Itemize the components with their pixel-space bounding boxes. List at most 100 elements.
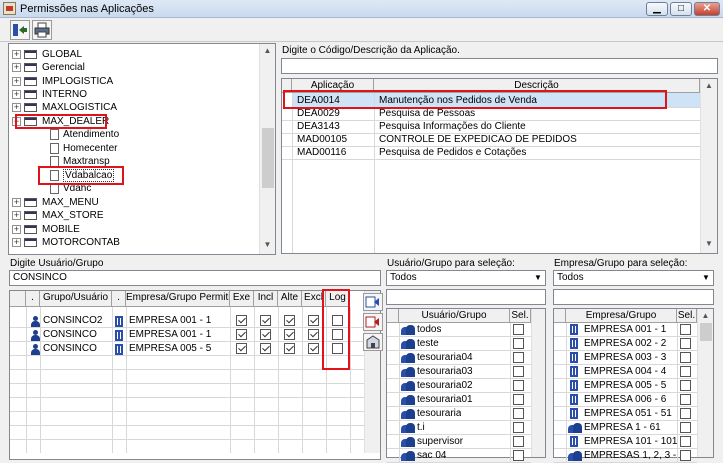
select-checkbox[interactable] — [513, 436, 524, 447]
expand-icon[interactable]: + — [12, 90, 21, 99]
col-alte[interactable]: Alte — [278, 291, 302, 307]
col-incl[interactable]: Incl — [254, 291, 278, 307]
incl-checkbox[interactable] — [260, 315, 271, 326]
scroll-thumb[interactable] — [700, 323, 712, 341]
expand-icon[interactable]: + — [12, 103, 21, 112]
select-checkbox[interactable] — [680, 422, 691, 433]
col-grupo-usuario[interactable]: Grupo/Usuário — [40, 291, 112, 307]
user-filter-input[interactable] — [386, 289, 546, 305]
company-name[interactable]: EMPRESA 002 - 2 — [584, 338, 666, 350]
select-checkbox[interactable] — [513, 338, 524, 349]
user-group-name[interactable]: teste — [417, 338, 439, 350]
perm-user[interactable]: CONSINCO — [43, 343, 97, 355]
company-name[interactable]: EMPRESA 001 - 1 — [584, 324, 666, 336]
dropdown-arrow-icon[interactable]: ▼ — [531, 271, 545, 285]
select-checkbox[interactable] — [680, 450, 691, 461]
company-select-row[interactable]: EMPRESA 002 - 2 — [554, 337, 697, 351]
select-checkbox[interactable] — [513, 366, 524, 377]
user-select-row[interactable]: tesouraria — [387, 407, 531, 421]
select-checkbox[interactable] — [680, 394, 691, 405]
select-checkbox[interactable] — [513, 408, 524, 419]
company-select-row[interactable]: EMPRESA 003 - 3 — [554, 351, 697, 365]
company-name[interactable]: EMPRESAS 1, 2, 3 - 1 — [584, 450, 685, 462]
company-filter-input[interactable] — [553, 289, 714, 305]
user-select-row[interactable]: tesouraria02 — [387, 379, 531, 393]
user-select-row[interactable]: supervisor — [387, 435, 531, 449]
app-code[interactable]: DEA0029 — [297, 108, 340, 120]
company-select-row[interactable]: EMPRESA 051 - 51 — [554, 407, 697, 421]
scroll-down-icon[interactable]: ▼ — [260, 240, 275, 249]
incl-checkbox[interactable] — [260, 343, 271, 354]
company-name[interactable]: EMPRESA 051 - 51 — [584, 408, 672, 420]
incl-checkbox[interactable] — [260, 329, 271, 340]
excl-checkbox[interactable] — [308, 329, 319, 340]
app-code[interactable]: MAD00116 — [297, 147, 346, 159]
select-checkbox[interactable] — [680, 352, 691, 363]
select-checkbox[interactable] — [680, 366, 691, 377]
select-checkbox[interactable] — [680, 436, 691, 447]
user-list-scrollbar[interactable] — [531, 309, 545, 457]
app-code[interactable]: DEA3143 — [297, 121, 340, 133]
perm-company[interactable]: EMPRESA 005 - 5 — [129, 343, 211, 355]
user-group-name[interactable]: tesouraria01 — [417, 394, 473, 406]
col-empresa-grupo-select[interactable]: Empresa/Grupo — [566, 309, 677, 323]
user-group-name[interactable]: tesouraria02 — [417, 380, 473, 392]
scroll-up-icon[interactable]: ▲ — [260, 46, 275, 55]
company-name[interactable]: EMPRESA 005 - 5 — [584, 380, 666, 392]
perm-company[interactable]: EMPRESA 001 - 1 — [129, 315, 211, 327]
app-description[interactable]: Pesquisa de Pessoas — [379, 108, 475, 120]
company-list-scrollbar[interactable]: ▲ — [697, 309, 713, 457]
app-table-scrollbar[interactable]: ▲ ▼ — [700, 79, 717, 253]
user-group-name[interactable]: todos — [417, 324, 441, 336]
minimize-button[interactable]: ▁ — [646, 2, 668, 16]
close-button[interactable]: ✕ — [694, 2, 720, 16]
scroll-thumb[interactable] — [262, 128, 274, 188]
company-select-row[interactable]: EMPRESA 101 - 101 — [554, 435, 697, 449]
company-group-combo[interactable]: Todos ▼ — [553, 270, 714, 286]
excl-checkbox[interactable] — [308, 343, 319, 354]
select-checkbox[interactable] — [680, 338, 691, 349]
user-group-name[interactable]: sac 04 — [417, 450, 446, 462]
user-group-name[interactable]: tesouraria03 — [417, 366, 473, 378]
excl-checkbox[interactable] — [308, 315, 319, 326]
alte-checkbox[interactable] — [284, 329, 295, 340]
company-name[interactable]: EMPRESA 1 - 61 — [584, 422, 661, 434]
select-checkbox[interactable] — [513, 380, 524, 391]
user-select-row[interactable]: tesouraria03 — [387, 365, 531, 379]
user-select-row[interactable]: tesouraria01 — [387, 393, 531, 407]
select-checkbox[interactable] — [513, 394, 524, 405]
user-select-row[interactable]: teste — [387, 337, 531, 351]
select-checkbox[interactable] — [513, 352, 524, 363]
alte-checkbox[interactable] — [284, 343, 295, 354]
dropdown-arrow-icon[interactable]: ▼ — [699, 271, 713, 285]
company-select-row[interactable]: EMPRESA 005 - 5 — [554, 379, 697, 393]
expand-icon[interactable]: + — [12, 77, 21, 86]
tree-scrollbar[interactable]: ▲ ▼ — [259, 44, 275, 254]
scroll-up-icon[interactable]: ▲ — [698, 311, 713, 320]
select-checkbox[interactable] — [513, 422, 524, 433]
maximize-button[interactable]: □ — [670, 2, 692, 16]
app-code[interactable]: MAD00105 — [297, 134, 347, 146]
add-permission-button[interactable] — [363, 293, 383, 311]
expand-icon[interactable]: + — [12, 225, 21, 234]
expand-icon[interactable]: + — [12, 238, 21, 247]
expand-icon[interactable]: + — [12, 63, 21, 72]
perm-company[interactable]: EMPRESA 001 - 1 — [129, 329, 211, 341]
user-group-name[interactable]: tesouraria — [417, 408, 461, 420]
app-description[interactable]: Pesquisa de Pedidos e Cotações — [379, 147, 526, 159]
user-group-combo[interactable]: Todos ▼ — [386, 270, 546, 286]
user-group-name[interactable]: tesouraria04 — [417, 352, 473, 364]
expand-icon[interactable]: + — [12, 50, 21, 59]
app-search-input[interactable] — [281, 58, 718, 74]
company-select-row[interactable]: EMPRESA 001 - 1 — [554, 323, 697, 337]
select-checkbox[interactable] — [680, 380, 691, 391]
select-checkbox[interactable] — [680, 408, 691, 419]
select-checkbox[interactable] — [513, 450, 524, 461]
alte-checkbox[interactable] — [284, 315, 295, 326]
company-select-row[interactable]: EMPRESA 1 - 61 — [554, 421, 697, 435]
company-name[interactable]: EMPRESA 004 - 4 — [584, 366, 666, 378]
expand-icon[interactable]: + — [12, 211, 21, 220]
exe-checkbox[interactable] — [236, 315, 247, 326]
company-select-row[interactable]: EMPRESA 006 - 6 — [554, 393, 697, 407]
app-description[interactable]: CONTROLE DE EXPEDICAO DE PEDIDOS — [379, 134, 577, 146]
